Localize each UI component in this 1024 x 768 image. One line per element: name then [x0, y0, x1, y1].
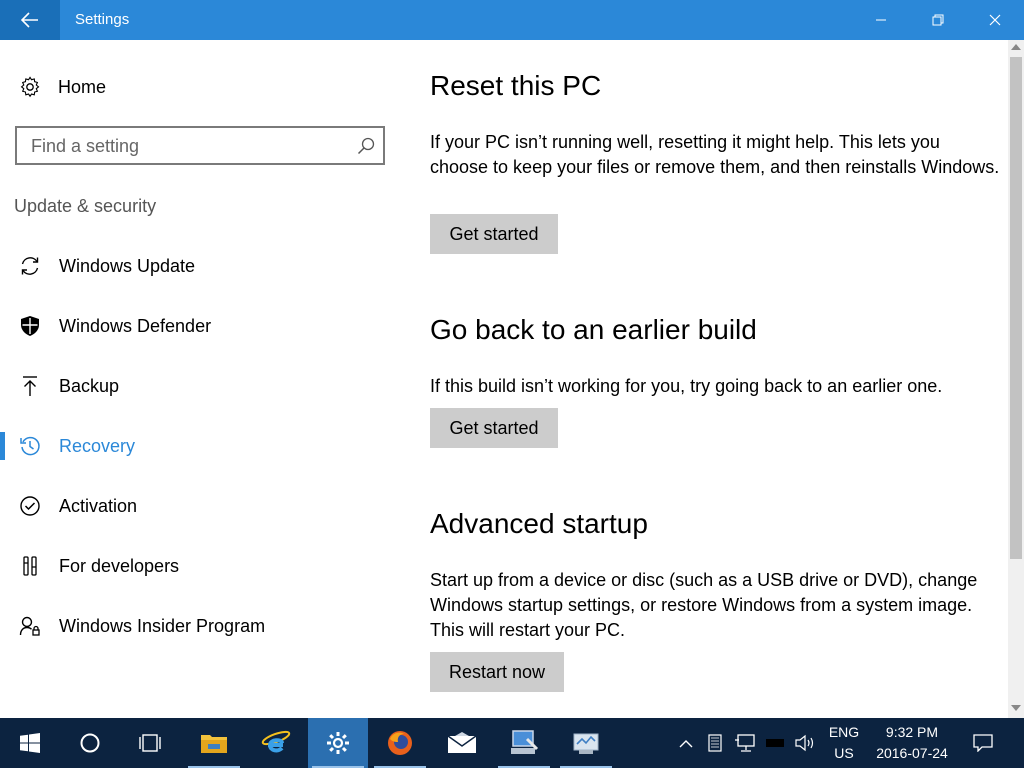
title-bar: Settings — [0, 0, 1024, 40]
section-heading: Update & security — [14, 196, 157, 216]
firefox-button[interactable] — [370, 718, 430, 768]
restore-icon — [932, 14, 944, 26]
task-view-button[interactable] — [120, 718, 180, 768]
network-icon — [735, 734, 755, 752]
minimize-button[interactable] — [852, 0, 910, 40]
sidebar-item-label: Recovery — [59, 435, 136, 456]
home-nav-item[interactable]: Home — [18, 72, 106, 102]
mail-button[interactable] — [432, 718, 492, 768]
network-tray-button[interactable] — [732, 718, 760, 768]
sidebar-item-label: Windows Update — [59, 255, 196, 276]
clock-time: 9:32 PM — [885, 724, 939, 740]
upload-arrow-icon — [18, 374, 42, 398]
cortana-button[interactable] — [60, 718, 120, 768]
restart-now-button[interactable]: Restart now — [430, 652, 564, 692]
advanced-startup-heading: Advanced startup — [430, 508, 648, 539]
window-title: Settings — [75, 11, 130, 28]
sidebar-item-windows-update[interactable]: Windows Update — [0, 246, 400, 286]
notification-icon — [973, 734, 993, 752]
scroll-down-arrow-icon[interactable] — [1011, 705, 1021, 711]
show-hidden-icons-button[interactable] — [674, 718, 698, 768]
sidebar-item-label: Activation — [59, 495, 138, 516]
tablet-tray-button[interactable] — [704, 718, 726, 768]
network-app-button[interactable] — [494, 718, 554, 768]
edge-icon — [261, 730, 291, 753]
firefox-icon — [388, 731, 412, 755]
developer-tools-icon — [18, 554, 42, 578]
sidebar-item-windows-insider-program[interactable]: Windows Insider Program — [0, 606, 400, 646]
go-back-get-started-button[interactable]: Get started — [430, 408, 558, 448]
control-panel-button[interactable] — [556, 718, 616, 768]
mail-icon — [447, 732, 477, 753]
file-explorer-icon — [201, 735, 227, 753]
go-back-description: If this build isn’t working for you, try… — [430, 376, 943, 396]
tablet-icon — [708, 734, 722, 752]
search-box[interactable] — [15, 126, 385, 165]
restore-button[interactable] — [909, 0, 967, 40]
sidebar-item-windows-defender[interactable]: Windows Defender — [0, 306, 400, 346]
go-back-heading: Go back to an earlier build — [430, 314, 757, 345]
search-icon[interactable] — [357, 137, 375, 155]
volume-tray-button[interactable] — [792, 718, 818, 768]
task-view-icon — [139, 734, 161, 752]
home-label: Home — [58, 76, 107, 97]
battery-icon — [766, 739, 784, 747]
network-app-icon — [511, 730, 539, 754]
volume-icon — [795, 734, 814, 752]
reset-description: If your PC isn’t running well, resetting… — [430, 132, 1000, 177]
sidebar-item-recovery[interactable]: Recovery — [0, 426, 400, 466]
action-center-button[interactable] — [968, 718, 998, 768]
file-explorer-button[interactable] — [184, 718, 244, 768]
clock-date: 2016-07-24 — [876, 745, 948, 761]
language-indicator[interactable]: ENG US — [824, 722, 864, 764]
scrollbar-thumb[interactable] — [1010, 57, 1022, 559]
back-arrow-icon — [21, 12, 38, 28]
settings-icon — [327, 732, 349, 754]
sidebar-item-activation[interactable]: Activation — [0, 486, 400, 526]
sidebar-item-for-developers[interactable]: For developers — [0, 546, 400, 586]
sidebar-item-label: Backup — [59, 375, 120, 396]
edge-button[interactable] — [246, 718, 306, 768]
clock[interactable]: 9:32 PM 2016-07-24 — [860, 722, 964, 764]
close-button[interactable] — [966, 0, 1024, 40]
start-icon — [20, 733, 40, 753]
scroll-up-arrow-icon[interactable] — [1011, 44, 1021, 50]
insider-person-icon — [18, 614, 42, 638]
reset-get-started-button[interactable]: Get started — [430, 214, 558, 254]
history-icon — [18, 434, 42, 458]
advanced-startup-description: Start up from a device or disc (such as … — [430, 570, 978, 640]
control-panel-icon — [573, 733, 599, 754]
minimize-icon — [876, 19, 886, 21]
sidebar-item-backup[interactable]: Backup — [0, 366, 400, 406]
back-button[interactable] — [0, 0, 60, 40]
shield-icon — [18, 314, 42, 338]
settings-taskbar-button[interactable] — [308, 718, 368, 768]
battery-tray-button[interactable] — [764, 718, 786, 768]
cortana-icon — [80, 733, 100, 753]
chevron-up-icon — [679, 739, 693, 747]
checkmark-circle-icon — [18, 494, 42, 518]
close-icon — [989, 14, 1001, 26]
start-button[interactable] — [0, 718, 60, 768]
taskbar: ENG US 9:32 PM 2016-07-24 — [0, 718, 1024, 768]
sidebar-item-label: Windows Defender — [59, 315, 212, 336]
sidebar-item-label: Windows Insider Program — [59, 615, 266, 636]
language-code: ENG — [828, 724, 860, 740]
search-input[interactable] — [31, 135, 351, 157]
region-code: US — [834, 745, 854, 761]
reset-heading: Reset this PC — [430, 70, 602, 101]
gear-icon — [18, 75, 42, 99]
sync-icon — [18, 254, 42, 278]
sidebar-item-label: For developers — [59, 555, 180, 576]
